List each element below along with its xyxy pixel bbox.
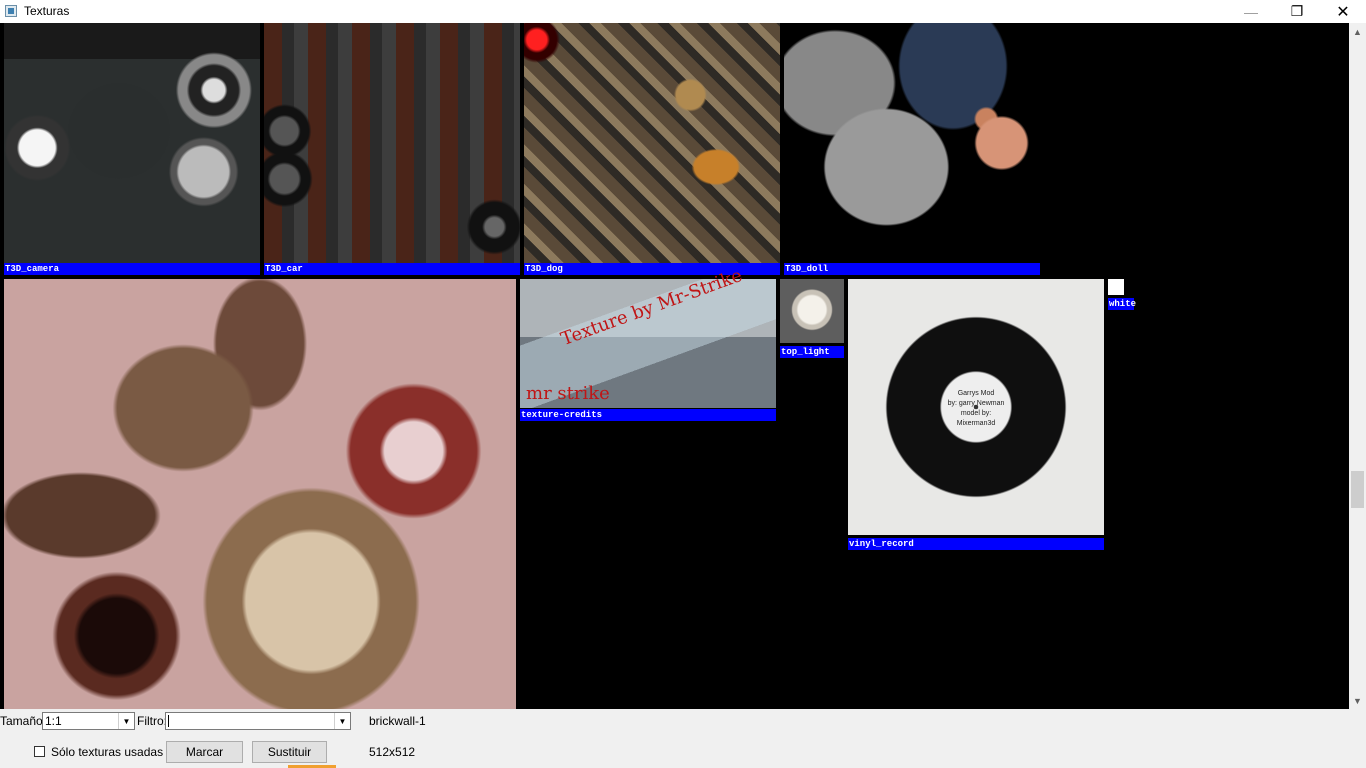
- texture-thumbnail[interactable]: [784, 23, 1040, 263]
- vinyl-label-text: Garrys Mod by: garry Newman model by: Mi…: [947, 390, 1005, 427]
- texture-thumbnail[interactable]: [264, 23, 520, 263]
- texture-tile-brickwall-1[interactable]: [4, 279, 516, 709]
- replace-button[interactable]: Sustituir: [252, 741, 327, 763]
- vertical-scrollbar[interactable]: ▲ ▼: [1349, 23, 1366, 709]
- chevron-down-icon[interactable]: ▼: [118, 713, 134, 729]
- size-select[interactable]: 1:1 ▼: [42, 712, 135, 730]
- texture-thumbnail[interactable]: [1108, 279, 1124, 295]
- texture-size: 512x512: [369, 745, 416, 759]
- texture-thumbnail[interactable]: Garrys Mod by: garry Newman model by: Mi…: [848, 279, 1104, 535]
- texture-label: T3D_camera: [4, 263, 260, 275]
- size-select-value: 1:1: [45, 714, 62, 728]
- title-bar: Texturas — ❐ ✕: [0, 0, 1366, 23]
- minimize-button[interactable]: —: [1228, 0, 1274, 23]
- credits-signature: mr strike: [526, 383, 610, 404]
- texture-label: top_light: [780, 346, 844, 358]
- mark-button[interactable]: Marcar: [166, 741, 243, 763]
- texture-label: white: [1108, 298, 1137, 310]
- texture-thumbnail[interactable]: [780, 279, 844, 343]
- texture-tile-t3d-car[interactable]: T3D_car: [264, 23, 520, 276]
- scrollbar-thumb[interactable]: [1351, 471, 1364, 508]
- texture-thumbnail[interactable]: [4, 279, 516, 709]
- maximize-button[interactable]: ❐: [1274, 0, 1320, 23]
- texture-thumbnail[interactable]: [4, 23, 260, 263]
- texture-label: T3D_doll: [784, 263, 1040, 275]
- texture-viewport[interactable]: T3D_camera T3D_car T3D_dog T3D_doll Text…: [0, 23, 1349, 709]
- texture-tile-t3d-camera[interactable]: T3D_camera: [4, 23, 260, 276]
- texture-thumbnail[interactable]: [524, 23, 780, 263]
- texture-tile-white[interactable]: white: [1108, 279, 1137, 312]
- scroll-down-icon[interactable]: ▼: [1349, 692, 1366, 709]
- chevron-down-icon[interactable]: ▼: [334, 713, 350, 729]
- texture-label: T3D_car: [264, 263, 520, 275]
- scroll-up-icon[interactable]: ▲: [1349, 23, 1366, 40]
- app-icon: [5, 5, 17, 17]
- texture-label: T3D_dog: [524, 263, 780, 275]
- texture-tile-texture-credits[interactable]: Texture by Mr-Strike mr strike texture-c…: [520, 265, 776, 422]
- close-button[interactable]: ✕: [1320, 0, 1366, 23]
- texture-thumbnail[interactable]: Texture by Mr-Strike mr strike: [520, 265, 776, 408]
- size-label: Tamaño:: [0, 714, 47, 728]
- texture-label: vinyl_record: [848, 538, 1104, 550]
- filter-combo[interactable]: ▼: [165, 712, 351, 730]
- filter-label: Filtro:: [137, 714, 167, 728]
- texture-label: texture-credits: [520, 409, 776, 421]
- texture-tile-top-light[interactable]: top_light: [780, 279, 844, 358]
- text-caret: [168, 715, 169, 727]
- credits-overlay-text: Texture by Mr-Strike: [558, 264, 746, 351]
- window-title: Texturas: [24, 4, 70, 18]
- texture-tile-vinyl-record[interactable]: Garrys Mod by: garry Newman model by: Mi…: [848, 279, 1104, 550]
- only-used-label[interactable]: Sólo texturas usadas: [51, 745, 163, 759]
- selected-texture-name: brickwall-1: [369, 714, 426, 728]
- texture-tile-t3d-dog[interactable]: T3D_dog: [524, 23, 780, 276]
- only-used-checkbox[interactable]: [34, 746, 45, 757]
- texture-tile-t3d-doll[interactable]: T3D_doll: [784, 23, 1040, 276]
